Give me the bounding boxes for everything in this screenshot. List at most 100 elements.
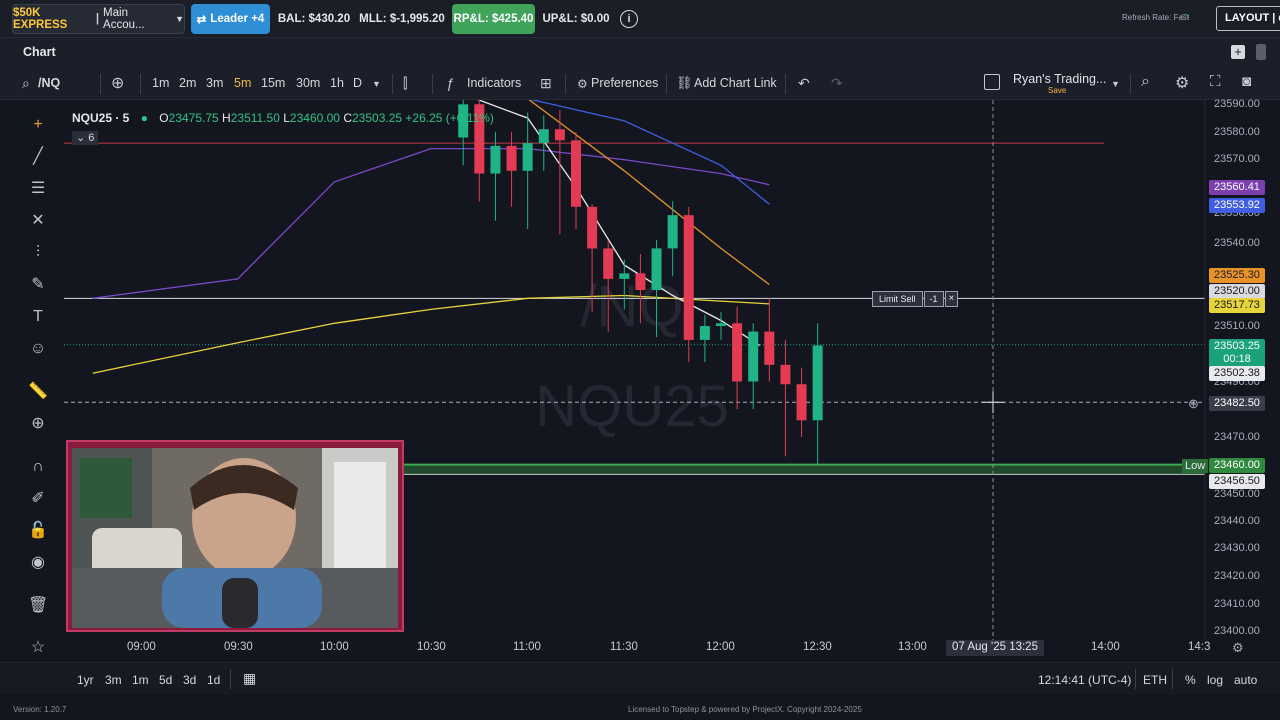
price-tick: 23420.00: [1214, 570, 1260, 582]
candle-body: [667, 215, 678, 249]
camera-icon[interactable]: ◙: [1242, 73, 1251, 90]
time-tick: 10:00: [320, 641, 349, 653]
price-tick: 23450.00: [1214, 488, 1260, 500]
account-separator: |: [95, 13, 100, 25]
indicators-button[interactable]: Indicators: [467, 76, 521, 90]
drawing-toolbar: + ╱ ☰ ✕ ⫶ ✎ T ☺ 📏 ⊕ ∩ ✐ 🔓 ◉ 🗑 ☆ ◈: [0, 100, 64, 700]
account-name: $50K EXPRESS: [13, 7, 68, 31]
fib-tool-icon[interactable]: ☰: [28, 179, 48, 199]
eye-icon[interactable]: ◉: [28, 553, 48, 573]
legend-open: 23475.75: [168, 111, 219, 125]
templates-grid-icon[interactable]: ⊞: [540, 75, 552, 92]
redo-icon[interactable]: ↷: [831, 75, 843, 92]
chevron-down-icon[interactable]: ▼: [1111, 79, 1120, 89]
order-label[interactable]: Limit Sell: [872, 291, 923, 307]
divider: [432, 74, 433, 94]
leader-button[interactable]: ⇄ Leader +4: [191, 4, 270, 34]
panel-handle[interactable]: [1256, 44, 1266, 60]
divider: [1130, 74, 1131, 94]
trash-icon[interactable]: 🗑: [28, 596, 48, 616]
percent-scale-toggle[interactable]: %: [1185, 673, 1196, 687]
time-tick: 09:00: [127, 641, 156, 653]
time-tick: 13:00: [898, 641, 927, 653]
axis-settings-icon[interactable]: ⚙: [1232, 640, 1244, 656]
layout-button[interactable]: LAYOUT | de: [1216, 6, 1280, 31]
max-loss-limit-stat: MLL: $-1,995.20: [359, 13, 445, 25]
order-qty[interactable]: -1: [923, 291, 944, 307]
session-toggle[interactable]: ETH: [1143, 673, 1167, 687]
range-3d[interactable]: 3d: [183, 673, 196, 687]
indicator-collapse-toggle[interactable]: ⌄ 6: [72, 131, 99, 145]
layout-name[interactable]: Ryan's Trading...: [1013, 72, 1106, 86]
ruler-tool-icon[interactable]: 📏: [28, 382, 48, 402]
range-1yr[interactable]: 1yr: [77, 673, 94, 687]
interval-D[interactable]: D: [353, 76, 362, 90]
cancel-order-icon[interactable]: ×: [944, 291, 959, 307]
undo-icon[interactable]: ↶: [798, 75, 810, 92]
candle-body: [603, 248, 614, 279]
text-tool-icon[interactable]: T: [28, 307, 48, 327]
candle-body: [554, 129, 565, 141]
leader-label: Leader +4: [210, 13, 265, 25]
clock[interactable]: 12:14:41 (UTC-4): [1038, 673, 1131, 687]
log-scale-toggle[interactable]: log: [1207, 673, 1223, 687]
interval-1h[interactable]: 1h: [330, 76, 344, 90]
range-1d[interactable]: 1d: [207, 673, 220, 687]
interval-3m[interactable]: 3m: [206, 76, 223, 90]
symbol-search[interactable]: /NQ: [38, 76, 60, 90]
position-tool-icon[interactable]: ⫶: [28, 243, 48, 263]
price-tick: 23440.00: [1214, 515, 1260, 527]
divider: [565, 74, 566, 94]
price-tick: 23430.00: [1214, 542, 1260, 554]
limit-sell-order[interactable]: Limit Sell -1 ×: [872, 291, 959, 307]
trend-line-tool-icon[interactable]: ╱: [28, 147, 48, 167]
license-text: Licensed to Topstep & powered by Project…: [628, 705, 862, 714]
interval-30m[interactable]: 30m: [296, 76, 320, 90]
auto-scale-toggle[interactable]: auto: [1234, 673, 1257, 687]
unrealized-pnl-stat: UP&L: $0.00: [542, 13, 610, 25]
watermark-symbol: /NQ: [580, 274, 683, 339]
add-alert-icon[interactable]: ⊕: [1188, 396, 1199, 412]
webcam-overlay: [66, 440, 404, 632]
crosshair-price-tag: 23482.50: [1209, 396, 1265, 411]
add-panel-icon[interactable]: +: [1231, 45, 1245, 59]
brush-tool-icon[interactable]: ✎: [28, 275, 48, 295]
interval-15m[interactable]: 15m: [261, 76, 285, 90]
emoji-tool-icon[interactable]: ☺: [28, 339, 48, 359]
lock-icon[interactable]: 🔓: [28, 521, 48, 541]
magnet-icon[interactable]: ∩: [28, 457, 48, 477]
account-selector[interactable]: $50K EXPRESS | Main Accou... ▼: [12, 4, 185, 34]
pattern-tool-icon[interactable]: ✕: [28, 211, 48, 231]
time-tick: 14:3: [1188, 641, 1211, 653]
interval-5m[interactable]: 5m: [234, 76, 251, 90]
ma-price-tag: 23525.30: [1209, 268, 1265, 283]
quick-search-icon[interactable]: ⌕: [1141, 73, 1150, 91]
price-tag: 23456.50: [1209, 474, 1265, 489]
settings-gear-icon[interactable]: ⚙: [1175, 73, 1189, 93]
add-chart-link-button[interactable]: Add Chart Link: [694, 76, 777, 90]
layout-save-link[interactable]: Save: [1048, 86, 1066, 95]
search-icon[interactable]: ⌕: [22, 75, 30, 92]
add-symbol-icon[interactable]: ⊕: [111, 73, 124, 93]
info-icon[interactable]: i: [620, 10, 638, 28]
candle-body: [522, 143, 533, 171]
crosshair-tool-icon[interactable]: +: [28, 115, 48, 135]
interval-2m[interactable]: 2m: [179, 76, 196, 90]
candle-type-icon[interactable]: ⫿: [403, 75, 407, 92]
interval-1m[interactable]: 1m: [152, 76, 169, 90]
zoom-tool-icon[interactable]: ⊕: [28, 414, 48, 434]
star-icon[interactable]: ☆: [28, 638, 48, 658]
account-subname: Main Accou...: [103, 7, 145, 31]
calendar-icon[interactable]: ▦: [243, 670, 256, 687]
range-5d[interactable]: 5d: [159, 673, 172, 687]
range-3m[interactable]: 3m: [105, 673, 122, 687]
chevron-down-icon[interactable]: ▼: [372, 79, 381, 89]
price-tick: 23400.00: [1214, 625, 1260, 637]
legend-l-label: L: [283, 111, 290, 125]
range-1m[interactable]: 1m: [132, 673, 149, 687]
lock-drawing-icon[interactable]: ✐: [28, 489, 48, 509]
layout-checkbox-icon[interactable]: [984, 74, 1000, 90]
preferences-button[interactable]: Preferences: [591, 76, 658, 90]
fullscreen-icon[interactable]: ⛶: [1210, 73, 1221, 90]
legend-o-label: O: [159, 111, 169, 125]
